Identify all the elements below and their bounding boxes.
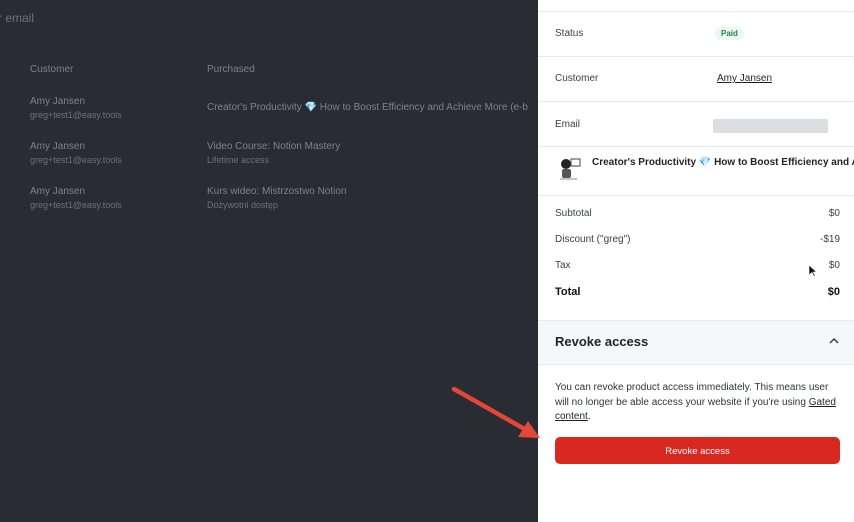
column-header-customer: Customer [30,64,74,75]
email-redacted [713,119,828,133]
email-label: Email [555,119,581,130]
revoke-description: You can revoke product access immediatel… [555,381,840,425]
discount-label: Discount ("greg") [555,234,631,245]
product-access: Lifetime access [207,155,270,165]
customer-email: greg+test1@easy.tools [30,200,122,210]
product-name: Video Course: Notion Mastery [207,141,341,152]
subtotal-value: $0 [828,208,840,219]
customer-email: greg+test1@easy.tools [30,155,122,165]
status-label: Status [555,28,584,39]
order-detail-drawer: Status Paid Customer Amy Jansen Email Cr… [538,0,854,522]
divider [538,11,854,12]
revoke-description-text: You can revoke product access immediatel… [555,382,829,408]
product-access: Dożywotni dostęp [207,200,279,210]
mouse-cursor-icon [809,265,817,277]
discount-value: -$19 [819,234,840,245]
divider [538,56,854,57]
revoke-description-end: . [587,411,591,422]
table-row: Amy Jansen greg+test1@easy.tools Creator… [0,96,538,140]
total-label: Total [555,286,581,298]
chevron-up-icon[interactable] [828,335,840,347]
tax-value: $0 [828,260,840,271]
product-name: Creator's Productivity 💎 How to Boost Ef… [207,102,528,113]
customer-email: greg+test1@easy.tools [30,110,122,120]
orders-list-backdrop: r email Customer Purchased Amy Jansen gr… [0,0,538,522]
product-name: Kurs wideo: Mistrzostwo Notion [207,186,347,197]
revoke-access-button[interactable]: Revoke access [555,437,840,464]
customer-name: Amy Jansen [30,96,86,107]
product-title: Creator's Productivity 💎 How to Boost Ef… [592,157,854,168]
customer-name: Amy Jansen [30,141,86,152]
revoke-access-accordion[interactable]: Revoke access [538,320,854,365]
accordion-title: Revoke access [555,334,649,349]
customer-label: Customer [555,73,599,84]
customer-name: Amy Jansen [30,186,86,197]
table-row: Amy Jansen greg+test1@easy.tools Video C… [0,141,538,185]
search-placeholder: r email [0,11,35,25]
total-value: $0 [827,286,840,298]
product-thumbnail [555,155,583,183]
divider [538,101,854,102]
annotation-arrow-icon [451,386,540,438]
table-row: Amy Jansen greg+test1@easy.tools Kurs wi… [0,186,538,230]
status-badge: Paid [715,27,744,40]
column-header-purchased: Purchased [207,64,255,75]
tax-label: Tax [555,260,571,271]
customer-link[interactable]: Amy Jansen [717,73,772,84]
subtotal-label: Subtotal [555,208,592,219]
divider [538,195,854,196]
divider [538,146,854,147]
